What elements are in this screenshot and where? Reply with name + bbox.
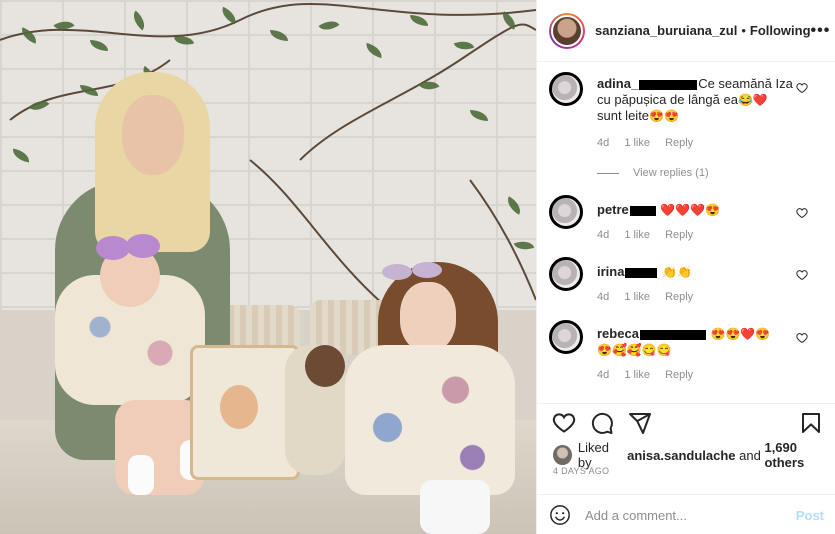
post-header: sanziana_buruiana_zul • Following •••	[537, 0, 835, 62]
comment-text: petre ❤️❤️❤️😍	[597, 202, 797, 218]
comment-meta: 4d 1 like Reply	[597, 229, 705, 241]
author-username[interactable]: sanziana_buruiana_zul	[595, 23, 737, 38]
comment-emoji: 😍😍❤️😍	[710, 327, 771, 341]
comment-like-icon[interactable]	[796, 82, 808, 97]
post-side-panel: sanziana_buruiana_zul • Following ••• ad…	[536, 0, 835, 534]
comment-emoji: ❤️❤️❤️😍	[660, 203, 721, 217]
reply-button[interactable]: Reply	[665, 229, 693, 241]
view-replies-label: View replies (1)	[633, 167, 709, 179]
comment-likes[interactable]: 1 like	[624, 137, 650, 149]
comment-emoji: 😍😍	[649, 109, 679, 123]
comment-icon[interactable]	[589, 410, 615, 436]
author-avatar-image	[551, 14, 583, 47]
comment-age: 4d	[597, 369, 610, 381]
comment-like-icon[interactable]	[796, 207, 808, 222]
comment-username[interactable]: adina_	[597, 76, 638, 91]
woman-face	[122, 95, 184, 175]
comment-avatar[interactable]	[549, 320, 583, 354]
comment-text: rebeca 😍😍❤️😍 😍🥰🥰😋😋	[597, 326, 797, 358]
comment-age: 4d	[597, 137, 610, 149]
post-photo[interactable]	[0, 0, 536, 534]
doll-head	[305, 345, 345, 387]
doll-face	[220, 385, 258, 429]
comment-like-icon[interactable]	[796, 269, 808, 284]
comment-text-line2: cu păpușica de lângă ea	[597, 92, 738, 107]
comment-username[interactable]: rebeca	[597, 326, 639, 341]
heart-icon[interactable]	[551, 410, 577, 436]
comment-text: adina_ Ce seamănă Iza cu păpușica de lâng…	[597, 76, 797, 124]
redaction-bar	[639, 329, 706, 340]
following-button[interactable]: Following	[750, 23, 811, 38]
replies-divider	[597, 172, 619, 174]
baby-bow	[126, 234, 160, 258]
likes-others-link[interactable]: 1,690 others	[764, 440, 835, 470]
author-avatar[interactable]	[549, 12, 585, 49]
liked-by-and: and	[739, 447, 761, 463]
header-separator: •	[741, 23, 746, 38]
emoji-smile-icon[interactable]	[549, 504, 571, 526]
redaction-bar	[629, 205, 656, 216]
add-comment-input[interactable]	[585, 507, 796, 523]
comment-age: 4d	[597, 229, 610, 241]
comment-text-line3: sunt leite	[597, 108, 650, 123]
girl-bow	[382, 264, 412, 280]
girl-legs	[420, 480, 490, 534]
comments-list: adina_ Ce seamănă Iza cu păpușica de lâng…	[537, 62, 835, 402]
girl-face	[400, 282, 456, 352]
comment-meta: 4d 1 like Reply	[597, 137, 705, 149]
view-replies-button[interactable]: View replies (1)	[597, 167, 709, 179]
bookmark-icon[interactable]	[798, 410, 824, 436]
liker-username[interactable]: anisa.sandulache	[627, 448, 735, 463]
girl-bow	[412, 262, 442, 278]
comment-likes[interactable]: 1 like	[624, 369, 650, 381]
comment-emoji: 👏👏	[662, 265, 692, 279]
comment-meta: 4d 1 like Reply	[597, 369, 705, 381]
baby-bow	[96, 236, 130, 260]
comment-username[interactable]: petre	[597, 202, 629, 217]
post-actions: Liked by anisa.sandulache and 1,690 othe…	[537, 403, 835, 534]
comment-likes[interactable]: 1 like	[624, 291, 650, 303]
liker-avatar[interactable]	[553, 445, 572, 465]
girl-dress	[345, 345, 515, 495]
share-icon[interactable]	[627, 410, 653, 436]
comment-text-line1: Ce seamănă Iza	[698, 76, 793, 91]
comment-emoji: 😂❤️	[737, 93, 768, 107]
comment-likes[interactable]: 1 like	[624, 229, 650, 241]
comment-text: irina 👏👏	[597, 264, 797, 280]
post-timestamp[interactable]: 4 DAYS AGO	[553, 466, 609, 476]
reply-button[interactable]: Reply	[665, 291, 693, 303]
add-comment-bar: Post	[537, 494, 835, 534]
more-options-icon[interactable]: •••	[811, 22, 831, 40]
action-icons-row	[551, 408, 824, 438]
comment-username[interactable]: irina	[597, 264, 624, 279]
baby-sock	[128, 455, 154, 495]
redaction-bar	[639, 79, 698, 90]
reply-button[interactable]: Reply	[665, 369, 693, 381]
post-comment-button[interactable]: Post	[796, 508, 824, 523]
redaction-bar	[625, 267, 658, 278]
comment-avatar[interactable]	[549, 257, 583, 291]
reply-button[interactable]: Reply	[665, 137, 693, 149]
comment-age: 4d	[597, 291, 610, 303]
comment-meta: 4d 1 like Reply	[597, 291, 705, 303]
comment-like-icon[interactable]	[796, 332, 808, 347]
comment-emoji: 😍🥰🥰😋😋	[597, 343, 672, 357]
comment-avatar[interactable]	[549, 195, 583, 229]
comment-avatar[interactable]	[549, 72, 583, 106]
